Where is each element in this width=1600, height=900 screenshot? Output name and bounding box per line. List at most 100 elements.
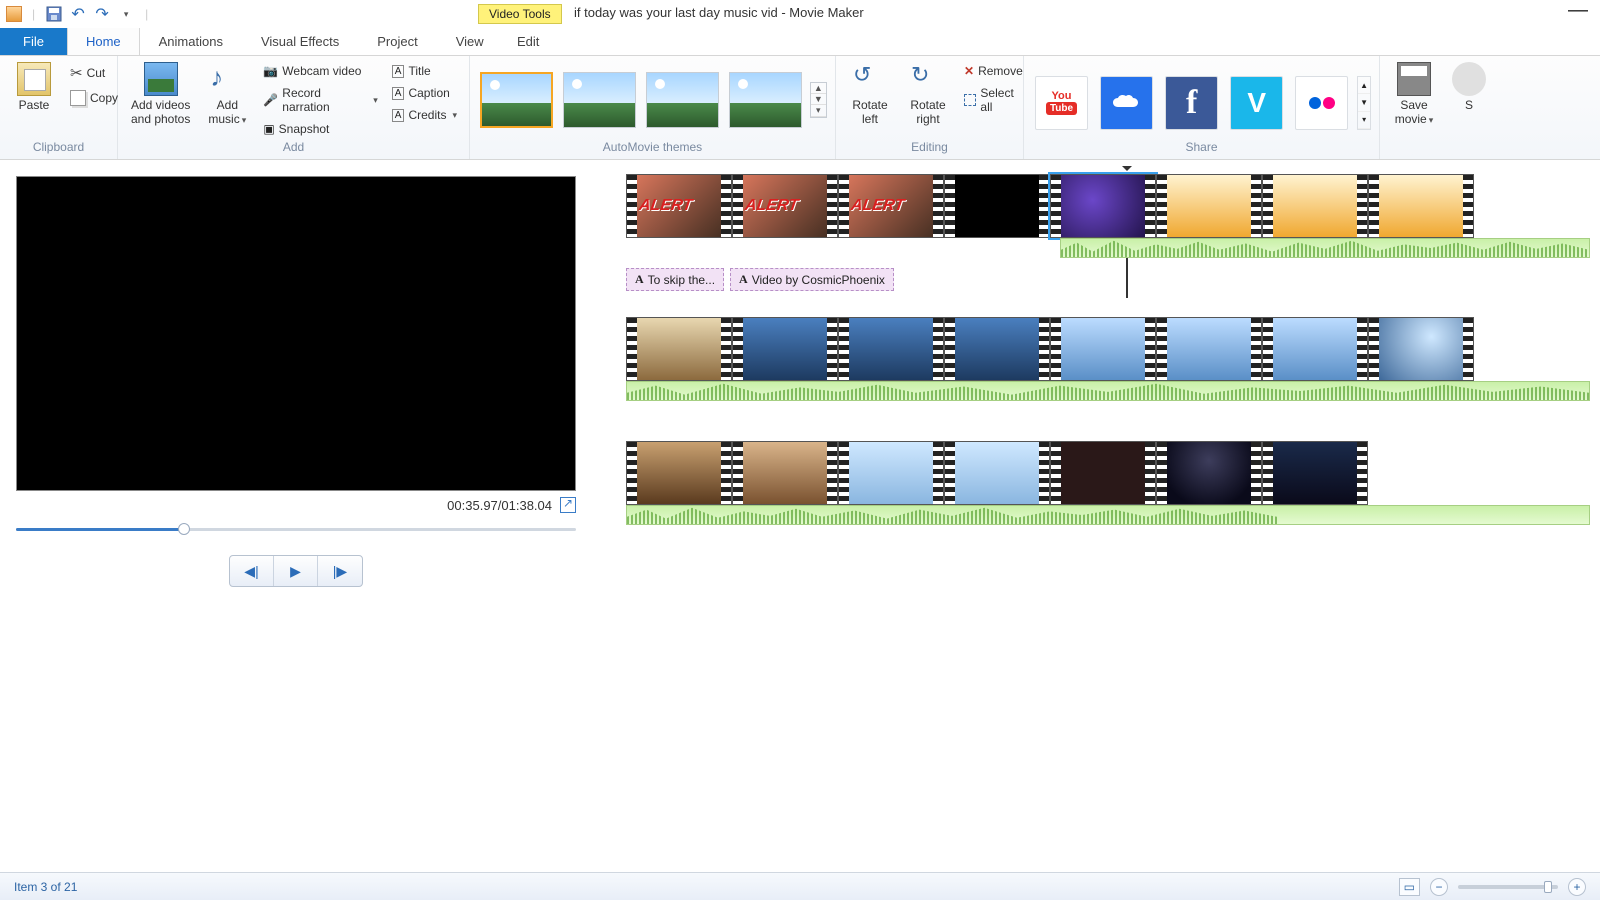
tab-visual-effects[interactable]: Visual Effects [242,27,358,55]
automovie-theme-4[interactable] [729,72,802,128]
qat-undo-button[interactable]: ↶ [69,5,87,23]
timeline-pane[interactable]: ATo skip the... AVideo by CosmicPhoenix [608,160,1600,872]
zoom-slider[interactable] [1458,885,1558,889]
clip[interactable] [1368,174,1474,238]
share-expand[interactable]: ▾ [1358,112,1370,129]
clip[interactable] [626,441,732,505]
play-button[interactable]: ▶ [274,556,318,586]
clip[interactable] [1262,174,1368,238]
snapshot-icon: ▣ [263,122,274,136]
caption-clip-1[interactable]: ATo skip the... [626,268,724,291]
select-all-button[interactable]: Select all [960,84,1027,116]
clip[interactable] [1156,317,1262,381]
share-vimeo-button[interactable]: V [1230,76,1283,130]
automovie-theme-2[interactable] [563,72,636,128]
group-label-themes: AutoMovie themes [478,140,827,157]
clip[interactable] [1050,317,1156,381]
tab-file[interactable]: File [0,27,67,55]
view-toggle-button[interactable]: ▭ [1399,878,1420,896]
clip[interactable] [838,317,944,381]
clip[interactable] [626,174,732,238]
clip[interactable] [1156,441,1262,505]
sign-in-button[interactable]: S [1446,60,1492,114]
caption-button[interactable]: ACaption [388,84,461,102]
clip[interactable] [1050,441,1156,505]
caption-icon: A [392,87,405,100]
paste-button[interactable]: Paste [8,60,60,114]
add-music-button[interactable]: ♪ Add music▾ [201,60,253,129]
copy-button[interactable]: Copy [66,88,122,108]
scissors-icon: ✂ [70,64,83,82]
tab-animations[interactable]: Animations [140,27,242,55]
clip[interactable] [732,317,838,381]
seek-slider[interactable] [16,519,576,539]
share-flickr-button[interactable] [1295,76,1348,130]
preview-pane: 00:35.97/01:38.04 ◀| ▶ |▶ [0,160,608,872]
qat-redo-button[interactable]: ↷ [93,5,111,23]
tab-view[interactable]: View [437,27,503,55]
tab-project[interactable]: Project [358,27,436,55]
clip[interactable] [1262,317,1368,381]
tab-home[interactable]: Home [67,27,140,55]
audio-track-2[interactable] [626,381,1590,401]
caption-clip-2[interactable]: AVideo by CosmicPhoenix [730,268,894,291]
record-narration-button[interactable]: 🎤Record narration▾ [259,84,381,116]
zoom-out-button[interactable]: − [1430,878,1448,896]
automovie-theme-1[interactable] [480,72,553,128]
minimize-button[interactable]: — [1568,6,1588,14]
preview-video[interactable] [16,176,576,491]
save-movie-button[interactable]: Save movie▾ [1388,60,1440,129]
rotate-left-button[interactable]: ↺ Rotate left [844,60,896,128]
themes-expand[interactable]: ▾ [811,105,826,117]
qat-customize-button[interactable]: ▾ [117,5,135,23]
statusbar: Item 3 of 21 ▭ − + [0,872,1600,900]
ribbon-tabstrip: File Home Animations Visual Effects Proj… [0,28,1600,56]
clip[interactable] [944,174,1050,238]
clip[interactable] [732,174,838,238]
clip[interactable] [1156,174,1262,238]
clip[interactable] [732,441,838,505]
sign-in-icon [1452,62,1486,96]
save-movie-icon [1397,62,1431,96]
titlebar: | ↶ ↷ ▾ | Video Tools if today was your … [0,0,1600,28]
audio-track-1[interactable] [1060,238,1590,258]
add-videos-photos-button[interactable]: Add videos and photos [126,60,195,128]
qat-save-button[interactable] [45,5,63,23]
remove-button[interactable]: ✕Remove [960,62,1027,80]
fullscreen-button[interactable] [560,497,576,513]
clip[interactable] [944,441,1050,505]
share-scroll-up[interactable]: ▲ [1358,77,1370,94]
next-frame-button[interactable]: |▶ [318,556,362,586]
zoom-in-button[interactable]: + [1568,878,1586,896]
webcam-video-button[interactable]: 📷Webcam video [259,62,381,80]
timeline-row-2 [626,317,1590,401]
clip[interactable] [1262,441,1368,505]
music-note-icon: ♪ [210,62,244,96]
clip-selected[interactable] [1050,174,1156,238]
credits-button[interactable]: ACredits▾ [388,106,461,124]
themes-scroll-up[interactable]: ▲ [811,83,826,94]
audio-track-3[interactable] [626,505,1590,525]
clip[interactable] [1368,317,1474,381]
share-scroll-down[interactable]: ▼ [1358,94,1370,111]
tab-edit[interactable]: Edit [498,27,558,55]
clip[interactable] [944,317,1050,381]
clip[interactable] [838,174,944,238]
preview-timecode: 00:35.97/01:38.04 [447,498,552,513]
rotate-right-button[interactable]: ↻ Rotate right [902,60,954,128]
rotate-right-icon: ↻ [911,62,945,96]
title-button[interactable]: ATitle [388,62,461,80]
snapshot-button[interactable]: ▣Snapshot [259,120,381,138]
video-tools-contextual-tab: Video Tools [478,4,562,24]
clip[interactable] [838,441,944,505]
share-youtube-button[interactable]: YouTube [1035,76,1088,130]
themes-scroll-down[interactable]: ▼ [811,94,826,105]
status-item-count: Item 3 of 21 [14,880,77,894]
remove-icon: ✕ [964,64,974,78]
prev-frame-button[interactable]: ◀| [230,556,274,586]
share-onedrive-button[interactable] [1100,76,1153,130]
automovie-theme-3[interactable] [646,72,719,128]
cut-button[interactable]: ✂Cut [66,62,122,84]
clip[interactable] [626,317,732,381]
share-facebook-button[interactable]: f [1165,76,1218,130]
